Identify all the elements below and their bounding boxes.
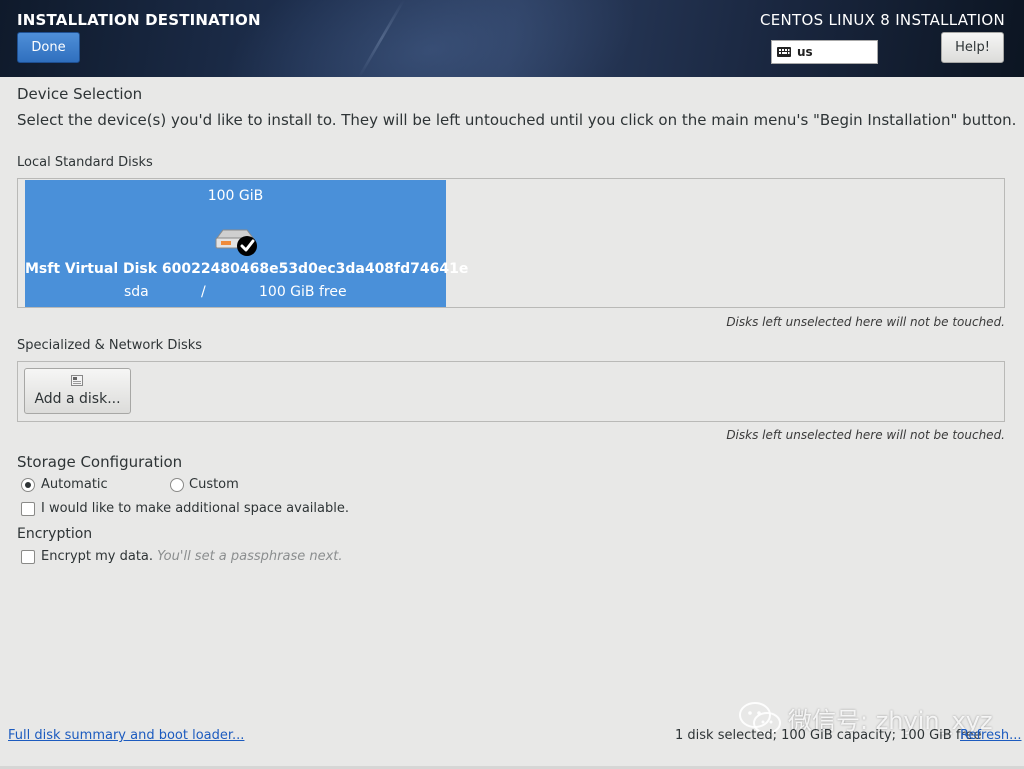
additional-space-checkbox[interactable] <box>21 502 35 516</box>
disk-separator: / <box>201 284 206 300</box>
storage-config-heading: Storage Configuration <box>17 453 183 471</box>
custom-radio[interactable] <box>170 478 184 492</box>
refresh-link[interactable]: Refresh... <box>960 728 1022 743</box>
specialized-disks-panel: Add a disk... <box>17 361 1005 422</box>
add-disk-button[interactable]: Add a disk... <box>24 368 131 414</box>
disk-name: Msft Virtual Disk 60022480468e53d0ec3da4… <box>25 261 469 277</box>
disk-free-space: 100 GiB free <box>259 284 347 300</box>
header-bar: INSTALLATION DESTINATION Done CENTOS LIN… <box>0 0 1024 77</box>
device-selection-heading: Device Selection <box>17 85 143 103</box>
specialized-disks-note: Disks left unselected here will not be t… <box>726 428 1005 442</box>
disk-status-text: 1 disk selected; 100 GiB capacity; 100 G… <box>675 728 982 743</box>
page-title: INSTALLATION DESTINATION <box>17 11 261 29</box>
done-button[interactable]: Done <box>17 32 80 63</box>
disk-device: sda <box>124 284 149 300</box>
automatic-radio[interactable] <box>21 478 35 492</box>
encrypt-label: Encrypt my data. <box>41 549 154 564</box>
local-disks-panel: 100 GiB Msft Virtual Disk 60022480468e53… <box>17 178 1005 308</box>
hard-disk-checked-icon <box>215 229 257 256</box>
keyboard-layout-indicator[interactable]: us <box>771 40 878 64</box>
disk-add-icon <box>71 375 83 386</box>
product-title: CENTOS LINUX 8 INSTALLATION <box>759 11 1005 29</box>
help-button[interactable]: Help! <box>941 32 1004 63</box>
local-disks-label: Local Standard Disks <box>17 155 153 170</box>
specialized-disks-label: Specialized & Network Disks <box>17 338 203 353</box>
device-selection-description: Select the device(s) you'd like to insta… <box>17 111 1017 129</box>
keyboard-icon <box>777 47 791 57</box>
keyboard-layout-label: us <box>797 45 813 59</box>
disk-size: 100 GiB <box>207 188 264 204</box>
add-disk-label: Add a disk... <box>34 391 121 407</box>
encrypt-label-row[interactable]: Encrypt my data. You'll set a passphrase… <box>41 549 343 564</box>
encrypt-checkbox[interactable] <box>21 550 35 564</box>
encryption-heading: Encryption <box>17 526 93 542</box>
disk-tile-sda[interactable]: 100 GiB Msft Virtual Disk 60022480468e53… <box>25 180 469 307</box>
custom-label[interactable]: Custom <box>189 477 239 492</box>
local-disks-note: Disks left unselected here will not be t… <box>726 315 1005 329</box>
additional-space-label[interactable]: I would like to make additional space av… <box>41 501 349 516</box>
automatic-label[interactable]: Automatic <box>41 477 108 492</box>
full-disk-summary-link[interactable]: Full disk summary and boot loader... <box>8 728 244 743</box>
encrypt-hint: You'll set a passphrase next. <box>157 549 343 564</box>
